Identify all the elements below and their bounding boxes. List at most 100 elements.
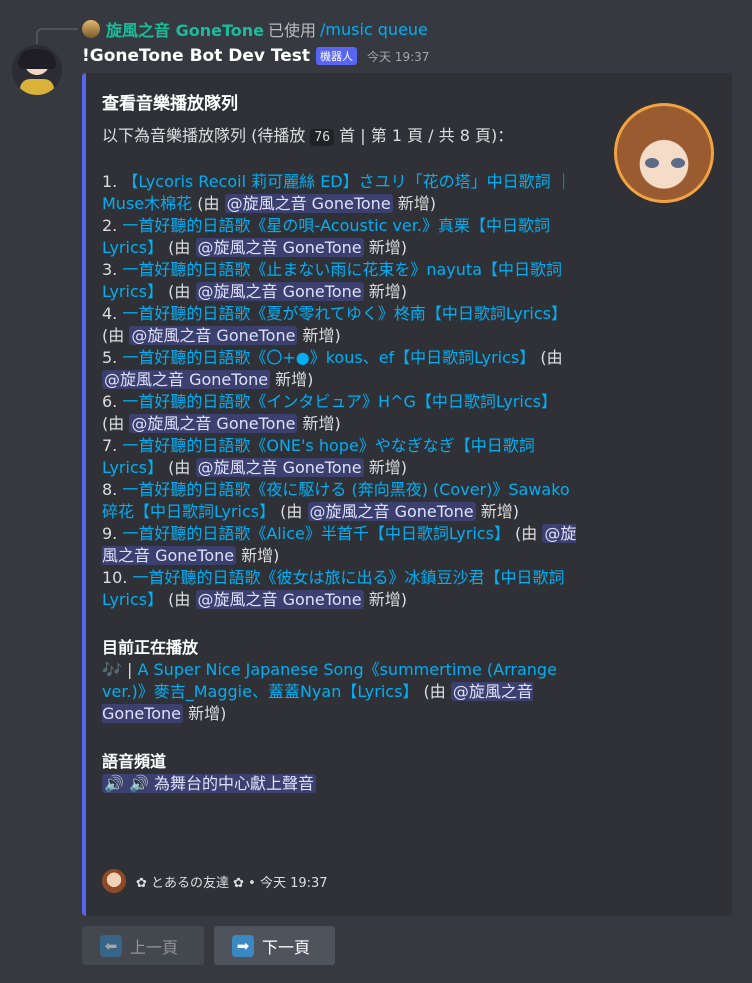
- reply-user-name[interactable]: 旋風之音 GoneTone: [106, 17, 264, 41]
- queue-item-mention[interactable]: @旋風之音 GoneTone: [195, 590, 364, 609]
- queue-item-added-open: (由: [540, 348, 563, 367]
- queue-item-mention-at: @: [226, 194, 243, 213]
- queue-item: 3. 一首好聽的日語歌《止まない雨に花束を》nayuta【中日歌詞Lyrics】…: [102, 259, 582, 303]
- queue-item-number: 8.: [102, 480, 118, 499]
- music-notes-icon: 🎶: [102, 660, 122, 679]
- queue-item-mention-name: 旋風之音 GoneTone: [325, 502, 474, 521]
- left-arrow-icon: ⬅: [100, 934, 122, 957]
- reply-context[interactable]: 旋風之音 GoneTone 已使用 /music queue: [82, 17, 428, 41]
- embed-title: 查看音樂播放隊列: [102, 94, 238, 114]
- queue-item-added-close: 新增): [363, 590, 407, 609]
- queue-item-added-close: 新增): [475, 502, 519, 521]
- previous-page-button[interactable]: ⬅ 上一頁: [82, 926, 204, 965]
- queue-item-added-close: 新增): [363, 238, 407, 257]
- voice-channel-heading: 語音頻道: [102, 752, 167, 771]
- queue-item-mention[interactable]: @旋風之音 GoneTone: [102, 370, 271, 389]
- queue-item-added-close: 新增): [392, 194, 437, 213]
- queue-item-added-open: (由: [515, 524, 543, 543]
- queue-list: 1. 【Lycoris Recoil 莉可麗絲 ED】さユリ「花の塔」中日歌詞 …: [102, 171, 582, 611]
- embed-description: 以下為音樂播放隊列 (待播放 76 首 | 第 1 頁 / 共 8 頁)：: [102, 125, 582, 149]
- queue-item-mention-name: 旋風之音 GoneTone: [242, 194, 391, 213]
- queue-item-mention-name: 旋風之音 GoneTone: [213, 590, 362, 609]
- embed-thumbnail[interactable]: [614, 103, 714, 203]
- reply-connector: [36, 28, 78, 44]
- queue-item-mention-name: 旋風之音 GoneTone: [120, 370, 269, 389]
- footer-text: ✿ とあるの友達 ✿ • 今天 19:37: [136, 875, 328, 891]
- queue-item-mention-at: @: [131, 326, 148, 345]
- queue-item-mention-at: @: [544, 524, 561, 543]
- voice-channel-mention[interactable]: 🔊 🔊 為舞台的中心獻上聲音: [102, 774, 317, 793]
- queue-item-mention[interactable]: @旋風之音 GoneTone: [129, 326, 298, 345]
- pending-count: 76: [310, 129, 335, 146]
- queue-item-link[interactable]: 一首好聽的日語歌《夏が零れてゆく》柊南【中日歌詞Lyrics】: [122, 304, 567, 323]
- queue-item-number: 9.: [102, 524, 118, 543]
- now-playing-entry: 🎶 | A Super Nice Japanese Song《summertim…: [102, 659, 582, 725]
- reply-user-avatar[interactable]: [82, 20, 100, 38]
- queue-item-mention-at: @: [104, 370, 120, 389]
- queue-item-mention-name: 旋風之音 GoneTone: [213, 458, 362, 477]
- queue-item-mention[interactable]: @旋風之音 GoneTone: [307, 502, 476, 521]
- message-header: !GoneTone Bot Dev Test 機器人 今天 19:37: [82, 46, 429, 66]
- queue-embed: 查看音樂播放隊列 以下為音樂播放隊列 (待播放 76 首 | 第 1 頁 / 共…: [82, 73, 732, 916]
- queue-item-added-close: 新增): [297, 414, 341, 433]
- thumbnail-eye-right: [671, 158, 685, 168]
- queue-item-mention[interactable]: @旋風之音 GoneTone: [129, 414, 298, 433]
- queue-item-mention[interactable]: @旋風之音 GoneTone: [224, 194, 393, 213]
- queue-item-link[interactable]: 一首好聽的日語歌《Alice》半首千【中日歌詞Lyrics】: [122, 524, 510, 543]
- bot-name[interactable]: !GoneTone Bot Dev Test: [82, 46, 310, 66]
- queue-item: 7. 一首好聽的日語歌《ONE's hope》やなぎなぎ【中日歌詞Lyrics】…: [102, 435, 582, 479]
- embed-footer: ✿ とあるの友達 ✿ • 今天 19:37: [102, 869, 328, 893]
- queue-item-link[interactable]: 一首好聽的日語歌《インタビュア》H^G【中日歌詞Lyrics】: [122, 392, 557, 411]
- queue-item: 8. 一首好聽的日語歌《夜に駆ける (奔向黑夜) (Cover)》Sawako碎…: [102, 479, 582, 523]
- message-timestamp: 今天 19:37: [367, 49, 430, 64]
- queue-item: 4. 一首好聽的日語歌《夏が零れてゆく》柊南【中日歌詞Lyrics】 (由 @旋…: [102, 303, 582, 347]
- reply-used-label: 已使用: [267, 21, 316, 40]
- queue-item-link[interactable]: 一首好聽的日語歌《〇+●》kous、ef【中日歌詞Lyrics】: [122, 348, 535, 367]
- queue-item-added-close: 新增): [363, 458, 407, 477]
- voice-channel-row: 🔊 🔊 為舞台的中心獻上聲音: [102, 773, 582, 795]
- avatar-hair: [18, 49, 56, 69]
- queue-item-added-open: (由: [168, 458, 196, 477]
- queue-item-mention[interactable]: @旋風之音 GoneTone: [195, 238, 364, 257]
- queue-item: 9. 一首好聽的日語歌《Alice》半首千【中日歌詞Lyrics】 (由 @旋風…: [102, 523, 582, 567]
- queue-item-mention-at: @: [197, 238, 214, 257]
- queue-item-mention-name: 旋風之音 GoneTone: [213, 238, 362, 257]
- bot-avatar[interactable]: [12, 45, 62, 95]
- queue-item-mention-name: 旋風之音 GoneTone: [213, 282, 362, 301]
- queue-item-mention-name: 旋風之音 GoneTone: [147, 414, 296, 433]
- queue-item-mention[interactable]: @旋風之音 GoneTone: [195, 458, 364, 477]
- queue-item-added-close: 新增): [270, 370, 314, 389]
- queue-item: 6. 一首好聽的日語歌《インタビュア》H^G【中日歌詞Lyrics】 (由 @旋…: [102, 391, 582, 435]
- queue-item-added-open: (由: [280, 502, 308, 521]
- queue-item-number: 6.: [102, 392, 118, 411]
- queue-item-number: 5.: [102, 348, 118, 367]
- now-playing-heading: 目前正在播放: [102, 638, 199, 657]
- bot-tag: 機器人: [316, 47, 358, 65]
- queue-item-added-close: 新增): [236, 546, 280, 565]
- now-playing-mention-at: @: [452, 682, 469, 701]
- queue-item-added-close: 新增): [297, 326, 341, 345]
- queue-item-added-open: (由: [102, 414, 130, 433]
- queue-item-mention-at: @: [131, 414, 148, 433]
- queue-item-number: 10.: [102, 568, 128, 587]
- reply-command[interactable]: /music queue: [320, 20, 428, 39]
- queue-item-mention-at: @: [197, 590, 214, 609]
- queue-item-added-open: (由: [168, 590, 196, 609]
- queue-item: 5. 一首好聽的日語歌《〇+●》kous、ef【中日歌詞Lyrics】 (由 @…: [102, 347, 582, 391]
- next-page-label: 下一頁: [262, 937, 311, 957]
- queue-item: 10. 一首好聽的日語歌《彼女は旅に出る》冰鎮豆沙君【中日歌詞Lyrics】 (…: [102, 567, 582, 611]
- queue-item-added-open: (由: [197, 194, 225, 213]
- queue-item-mention-at: @: [309, 502, 326, 521]
- queue-item-added-close: 新增): [363, 282, 407, 301]
- queue-item-mention[interactable]: @旋風之音 GoneTone: [195, 282, 364, 301]
- queue-item-mention-at: @: [197, 282, 214, 301]
- next-page-button[interactable]: ➡ 下一頁: [214, 926, 335, 965]
- right-arrow-icon: ➡: [232, 934, 254, 957]
- embed-content: 查看音樂播放隊列 以下為音樂播放隊列 (待播放 76 首 | 第 1 頁 / 共…: [102, 93, 582, 795]
- desc-suffix: 首 | 第 1 頁 / 共 8 頁)：: [334, 126, 514, 145]
- queue-item-number: 3.: [102, 260, 118, 279]
- queue-item-added-open: (由: [102, 326, 130, 345]
- now-playing-separator: |: [121, 660, 138, 679]
- now-playing-added-open: (由: [423, 682, 451, 701]
- queue-item-added-open: (由: [168, 282, 196, 301]
